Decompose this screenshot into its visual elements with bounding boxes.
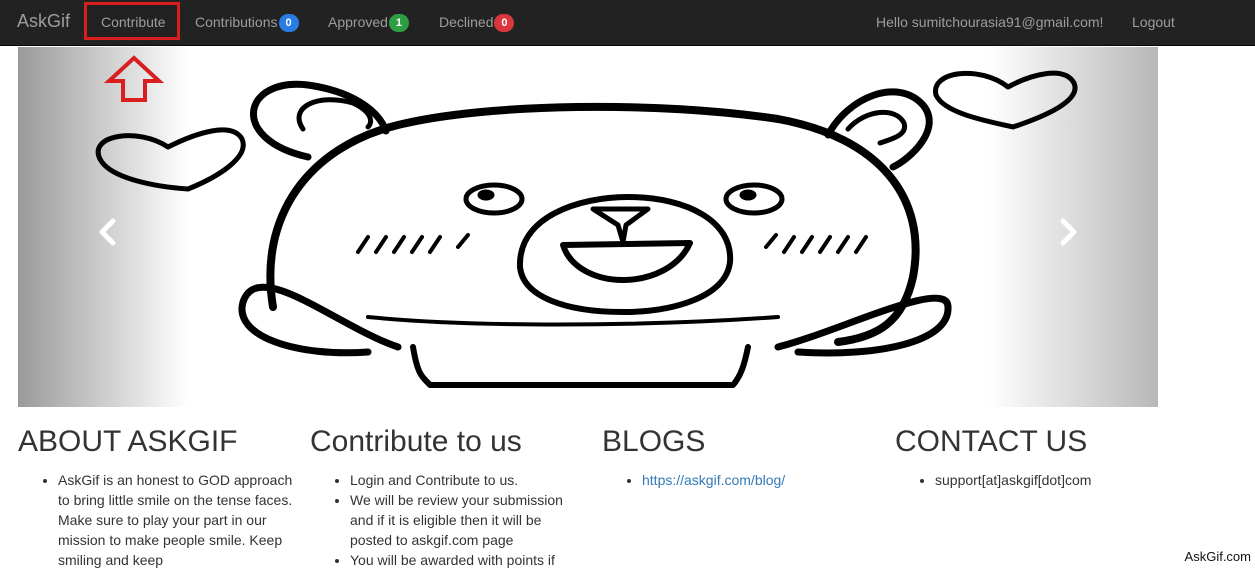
top-navbar: AskGif Contribute Contributions 0 Approve… xyxy=(0,0,1255,46)
watermark: AskGif.com xyxy=(1182,549,1253,564)
nav-contributions[interactable]: Contributions 0 xyxy=(195,14,299,32)
contribute-section: Contribute to us Login and Contribute to… xyxy=(310,420,585,570)
user-greeting: Hello sumitchourasia91@gmail.com! xyxy=(876,14,1104,30)
chevron-right-icon[interactable] xyxy=(1058,217,1080,247)
nav-approved-label: Approved xyxy=(328,14,388,30)
list-item: Login and Contribute to us. xyxy=(350,470,585,490)
chevron-left-icon[interactable] xyxy=(96,217,118,247)
arrow-up-icon xyxy=(104,55,164,102)
contact-list: support[at]askgif[dot]com xyxy=(895,470,1170,490)
about-section: ABOUT ASKGIF AskGif is an honest to GOD … xyxy=(18,420,293,570)
blogs-title: BLOGS xyxy=(602,425,706,458)
nav-declined-label: Declined xyxy=(439,14,494,30)
contact-email: support[at]askgif[dot]com xyxy=(935,470,1170,490)
contribute-highlight-box xyxy=(84,2,180,40)
brand-logo[interactable]: AskGif xyxy=(17,11,70,32)
list-item: https://askgif.com/blog/ xyxy=(642,470,877,490)
contact-title: CONTACT US xyxy=(895,425,1088,458)
contact-section: CONTACT US support[at]askgif[dot]com xyxy=(895,420,1170,490)
logout-link[interactable]: Logout xyxy=(1132,14,1175,30)
list-item: We will be review your submission and if… xyxy=(350,490,585,550)
nav-contributions-label: Contributions xyxy=(195,14,278,30)
list-item: AskGif is an honest to GOD approach to b… xyxy=(58,470,293,570)
approved-count-badge: 1 xyxy=(388,14,409,32)
about-title: ABOUT ASKGIF xyxy=(18,425,238,458)
contributions-count-badge: 0 xyxy=(278,14,299,32)
list-item: You will be awarded with points if xyxy=(350,550,585,570)
declined-count-badge: 0 xyxy=(494,14,515,32)
image-carousel xyxy=(18,47,1158,407)
nav-declined[interactable]: Declined 0 xyxy=(439,14,515,32)
contribute-title: Contribute to us xyxy=(310,425,522,458)
bear-illustration xyxy=(95,70,1078,388)
blog-link[interactable]: https://askgif.com/blog/ xyxy=(642,472,785,488)
contribute-list: Login and Contribute to us. We will be r… xyxy=(310,470,585,570)
blogs-section: BLOGS https://askgif.com/blog/ xyxy=(602,420,877,490)
about-list: AskGif is an honest to GOD approach to b… xyxy=(18,470,293,570)
nav-approved[interactable]: Approved 1 xyxy=(328,14,409,32)
blogs-list: https://askgif.com/blog/ xyxy=(602,470,877,490)
